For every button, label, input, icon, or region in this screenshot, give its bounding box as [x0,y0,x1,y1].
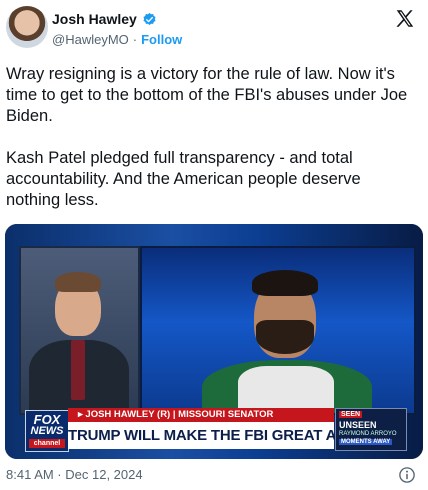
chyron-headline: TRUMP WILL MAKE THE FBI GREAT AGAIN [68,422,373,449]
author-name[interactable]: Josh Hawley [52,11,137,27]
info-icon[interactable] [398,466,416,484]
author-name-row: Josh Hawley [52,11,157,27]
tweet-media-video[interactable]: FOX NEWS channel ▸ JOSH HAWLEY (R) | MIS… [5,224,423,459]
author-handle[interactable]: @HawleyMO [52,32,129,47]
tweet-paragraph: Kash Patel pledged full transparency - a… [6,149,361,209]
video-inset-senator [19,246,140,415]
promo-line1: SEEN [339,411,363,418]
person-hair [55,272,101,292]
tweet-paragraph: Wray resigning is a victory for the rule… [6,65,408,125]
handle-row: @HawleyMO · Follow [52,32,182,47]
network-logo-line3: channel [29,439,65,448]
network-logo-line2: NEWS [30,425,64,437]
promo-line2: UNSEEN [339,420,377,430]
avatar[interactable] [6,6,48,48]
network-logo: FOX NEWS channel [25,410,69,452]
tweet-header: Josh Hawley @HawleyMO · Follow [0,0,428,58]
follow-button[interactable]: Follow [141,32,182,47]
chyron-name-strap: ▸ JOSH HAWLEY (R) | MISSOURI SENATOR [68,408,334,422]
tweet-timestamp[interactable]: 8:41 AM · Dec 12, 2024 [6,467,143,482]
video-inset-nominee [140,246,416,415]
person-hair [252,270,318,296]
tweet-text: Wray resigning is a victory for the rule… [6,64,416,232]
promo-line3: RAYMOND ARROYO [339,431,397,437]
person-tie [71,340,85,400]
x-logo-icon[interactable] [394,8,416,30]
show-promo: SEEN UNSEEN RAYMOND ARROYO MOMENTS AWAY [335,408,407,451]
promo-line4: MOMENTS AWAY [339,439,393,445]
verified-badge-icon [143,12,156,25]
person-beard [256,320,314,354]
separator-dot: · [132,32,138,47]
